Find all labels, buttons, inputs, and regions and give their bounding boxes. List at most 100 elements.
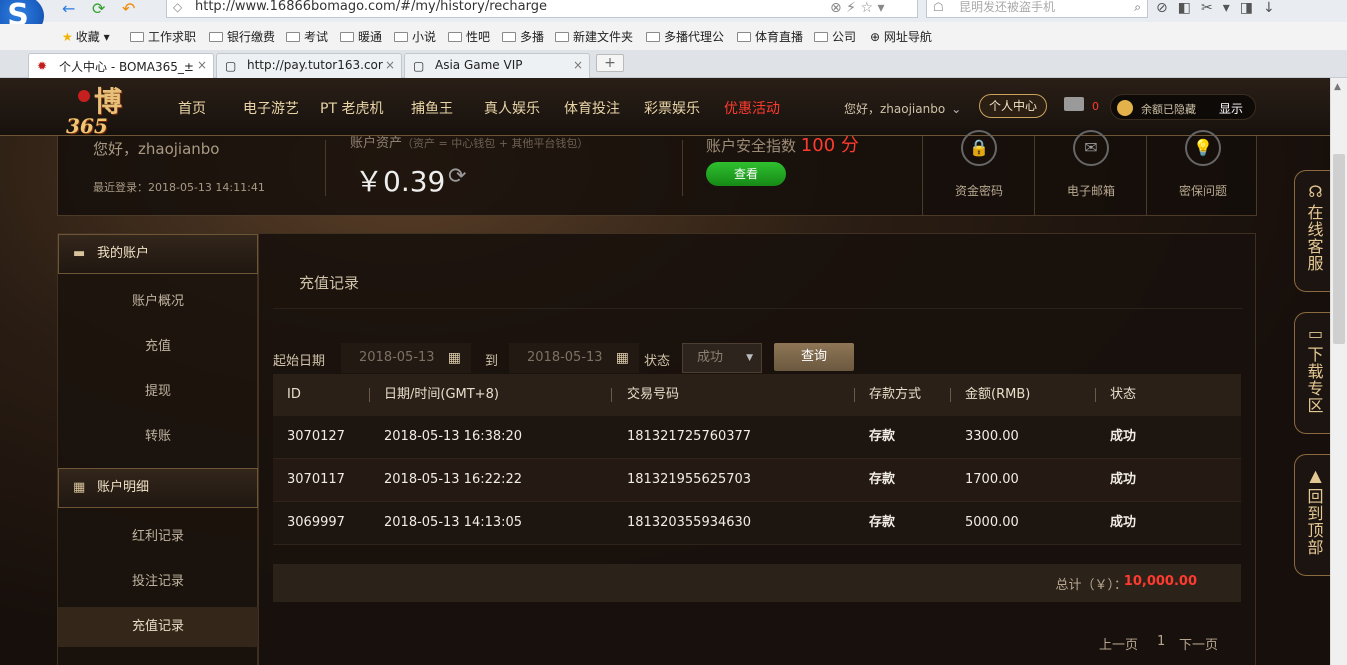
bookmark-item[interactable]: 考试	[286, 28, 328, 45]
bookmark-item[interactable]: 银行缴费	[209, 28, 275, 45]
view-safety-button[interactable]: 查看	[706, 162, 786, 186]
query-button[interactable]: 查询	[774, 343, 854, 371]
sidebar-item-bonus-records[interactable]: 红利记录	[58, 517, 258, 557]
scroll-up-icon[interactable]: ▲	[1334, 82, 1341, 92]
tab-personal-center[interactable]: ✹ 个人中心 - BOMA365_± ×	[28, 53, 214, 78]
balance-toggle: 余额已隐藏 显示	[1110, 94, 1256, 120]
records-table: ID 日期/时间(GMT+8) 交易号码 存款方式 金额(RMB) 状态 307…	[273, 374, 1241, 545]
bookmark-item[interactable]: 公司	[814, 28, 856, 45]
browser-search-input[interactable]: ☖ 昆明发还被盗手机 ⌕	[926, 0, 1148, 18]
calendar-icon[interactable]: ▦	[448, 343, 461, 373]
scrollbar-thumb[interactable]	[1333, 154, 1345, 344]
column-header: 金额(RMB)	[965, 387, 1031, 402]
user-center-button[interactable]: 个人中心	[979, 94, 1047, 118]
total-bar: 总计（￥）： 10,000.00	[273, 564, 1241, 602]
extension-icons[interactable]: ⊘◧✂▾◨↓	[1156, 0, 1285, 16]
close-icon[interactable]: ×	[385, 58, 395, 72]
nav-pt-slots[interactable]: PT 老虎机	[320, 98, 383, 118]
site-logo[interactable]: 博 365	[60, 88, 146, 139]
last-login: 最近登录：2018-05-13 14:11:41	[93, 181, 265, 194]
start-date-input[interactable]: 2018-05-13 ▦	[341, 343, 471, 373]
folder-icon	[814, 32, 828, 42]
tab-asia-game[interactable]: ▢ Asia Game VIP ×	[404, 53, 590, 78]
page-title: 充值记录	[299, 274, 360, 292]
email-button[interactable]: ✉ 电子邮箱	[1034, 130, 1146, 216]
column-header: 存款方式	[869, 387, 922, 402]
folder-icon	[340, 32, 354, 42]
prev-page-link[interactable]: 上一页	[1099, 634, 1138, 653]
globe-icon: ⊕	[870, 30, 884, 44]
calculator-icon: ▦	[73, 480, 86, 495]
tab-strip: ⌂ ✹ 个人中心 - BOMA365_± × ▢ http://pay.tuto…	[0, 50, 1347, 120]
security-question-button[interactable]: 💡 密保问题	[1146, 130, 1258, 216]
column-separator	[950, 388, 951, 402]
nav-home[interactable]: 首页	[178, 98, 206, 118]
current-page[interactable]: 1	[1157, 634, 1165, 649]
url-text: http://www.16866bomago.com/#/my/history/…	[195, 0, 547, 14]
nav-fishing[interactable]: 捕鱼王	[411, 98, 453, 118]
account-summary-panel: 您好，zhaojianbo 最近登录：2018-05-13 14:11:41 账…	[57, 130, 1258, 216]
url-input[interactable]: ◇ http://www.16866bomago.com/#/my/histor…	[166, 0, 918, 18]
sidebar-item-deposit[interactable]: 充值	[58, 327, 258, 367]
top-navigation: 博 365 首页 电子游艺 PT 老虎机 捕鱼王 真人娱乐 体育投注 彩票娱乐 …	[0, 78, 1330, 139]
chevron-down-icon: ⌄	[951, 102, 962, 116]
sidebar-item-withdraw[interactable]: 提现	[58, 372, 258, 412]
refresh-balance-icon[interactable]: ⟳	[448, 164, 466, 189]
next-page-link[interactable]: 下一页	[1179, 634, 1218, 653]
nav-promotions[interactable]: 优惠活动	[724, 98, 780, 118]
column-separator	[854, 388, 855, 402]
bookmark-item[interactable]: ⊕ 网址导航	[870, 28, 932, 45]
folder-icon	[394, 32, 408, 42]
url-tools[interactable]: ⊗ ⚡ ☆ ▾	[830, 0, 885, 16]
nav-sports[interactable]: 体育投注	[564, 98, 620, 118]
bookmark-item[interactable]: 多播	[502, 28, 544, 45]
tab-pay[interactable]: ▢ http://pay.tutor163.cor ×	[216, 53, 402, 78]
dropdown-arrow-icon: ▼	[746, 353, 753, 363]
folder-icon	[209, 32, 223, 42]
total-value: 10,000.00	[1123, 574, 1197, 589]
sidebar-section-details[interactable]: ▦ 账户明细	[58, 468, 258, 508]
page-icon: ▢	[225, 59, 237, 73]
close-icon[interactable]: ×	[197, 58, 207, 72]
sidebar-item-deposit-records[interactable]: 充值记录	[58, 607, 258, 647]
site-viewport: 博 365 首页 电子游艺 PT 老虎机 捕鱼王 真人娱乐 体育投注 彩票娱乐 …	[0, 78, 1347, 665]
fund-password-button[interactable]: 🔒 资金密码	[922, 130, 1034, 216]
divider	[273, 308, 1243, 309]
bookmark-item[interactable]: 体育直播	[737, 28, 803, 45]
status-select[interactable]: 成功 ▼	[682, 343, 762, 373]
bookmark-item[interactable]: 新建文件夹	[555, 28, 633, 45]
column-separator	[611, 388, 612, 402]
bookmark-item[interactable]: 性吧	[448, 28, 490, 45]
bookmark-item[interactable]: 小说	[394, 28, 436, 45]
star-icon: ★	[62, 30, 73, 44]
show-balance-button[interactable]: 显示	[1219, 100, 1243, 117]
site-favicon-icon: ✹	[37, 59, 48, 73]
refresh-icon[interactable]: ⟳	[92, 0, 105, 18]
sidebar-item-overview[interactable]: 账户概况	[58, 282, 258, 322]
sidebar-section-my-account[interactable]: ▬ 我的账户	[58, 234, 258, 274]
new-tab-button[interactable]: +	[596, 54, 624, 72]
assets-label: 账户资产（资产 = 中心钱包 + 其他平台钱包）	[350, 136, 589, 151]
bookmark-favorites[interactable]: ★ 收藏 ▾	[62, 28, 110, 45]
page-scrollbar[interactable]: ▲	[1330, 78, 1347, 665]
close-icon[interactable]: ×	[573, 58, 583, 72]
bookmark-item[interactable]: 多播代理公	[646, 28, 724, 45]
undo-icon[interactable]: ↶	[122, 0, 135, 18]
nav-lottery[interactable]: 彩票娱乐	[644, 98, 700, 118]
sidebar-item-transfer[interactable]: 转账	[58, 417, 258, 457]
back-arrow-icon[interactable]: ←	[62, 0, 75, 18]
search-icon[interactable]: ⌕	[1134, 0, 1141, 14]
folder-icon	[737, 32, 751, 42]
nav-egames[interactable]: 电子游艺	[243, 98, 299, 118]
sidebar-item-bet-records[interactable]: 投注记录	[58, 562, 258, 602]
user-greeting-dropdown[interactable]: 您好，zhaojianbo ⌄	[844, 100, 961, 117]
page-icon: ▢	[413, 59, 425, 73]
column-header: 交易号码	[627, 387, 680, 402]
address-bar-row: S ← ⟳ ↶ ◇ http://www.16866bomago.com/#/m…	[0, 0, 1347, 38]
mail-icon[interactable]	[1064, 97, 1084, 111]
end-date-input[interactable]: 2018-05-13 ▦	[509, 343, 639, 373]
nav-live-casino[interactable]: 真人娱乐	[484, 98, 540, 118]
calendar-icon[interactable]: ▦	[616, 343, 629, 373]
bookmark-item[interactable]: 工作求职	[130, 28, 196, 45]
bookmark-item[interactable]: 暖通	[340, 28, 382, 45]
